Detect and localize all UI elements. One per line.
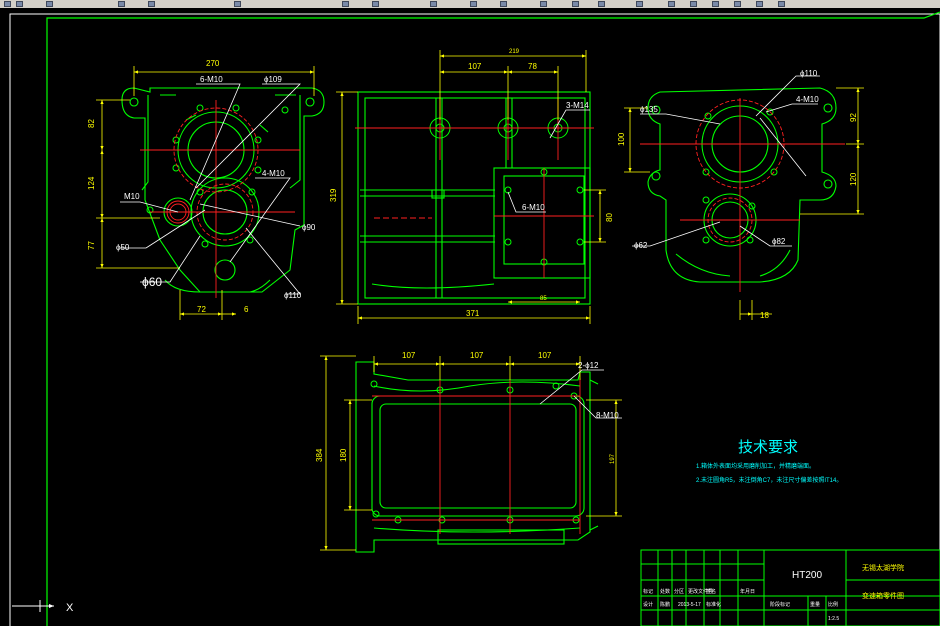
redo-icon[interactable] bbox=[148, 1, 155, 7]
title-row-label: 处数 bbox=[660, 588, 670, 595]
properties-icon[interactable] bbox=[470, 1, 477, 7]
side-dim-319: 319 bbox=[329, 188, 338, 202]
side-callout-3-m14: 3-M14 bbox=[566, 101, 589, 110]
front-callout-phi50: ϕ50 bbox=[116, 243, 130, 252]
front-callout-6-m10: 6-M10 bbox=[200, 75, 223, 84]
top-dim-107-a: 107 bbox=[402, 351, 416, 360]
right-dim-18: 18 bbox=[760, 311, 769, 320]
save-icon[interactable] bbox=[16, 1, 23, 7]
front-callout-phi109: ϕ109 bbox=[264, 75, 282, 84]
right-callout-4-m10: 4-M10 bbox=[796, 95, 819, 104]
side-dim-80: 80 bbox=[605, 213, 614, 222]
title-stage-label: 阶段标记 bbox=[770, 601, 790, 608]
title-signoff: 设计 bbox=[643, 601, 653, 608]
front-callout-phi60: ϕ60 bbox=[142, 275, 162, 289]
side-callout-6-m10: 6-M10 bbox=[522, 203, 545, 212]
calc-icon[interactable] bbox=[540, 1, 547, 7]
right-callout-phi62: ϕ62 bbox=[634, 241, 648, 250]
help-icon[interactable] bbox=[572, 1, 579, 7]
front-dim-270: 270 bbox=[206, 59, 220, 68]
open-icon[interactable] bbox=[4, 1, 11, 7]
lwt-icon[interactable] bbox=[756, 1, 763, 7]
top-callout-2-phi12: 2-ϕ12 bbox=[578, 361, 599, 370]
pan-icon[interactable] bbox=[342, 1, 349, 7]
snap-icon[interactable] bbox=[636, 1, 643, 7]
title-row-label: 签名 bbox=[706, 588, 716, 595]
front-callout-4-m10: 4-M10 bbox=[262, 169, 285, 178]
front-dim-72: 72 bbox=[197, 305, 206, 314]
front-callout-m10: M10 bbox=[124, 192, 140, 201]
right-callout-phi110: ϕ110 bbox=[800, 69, 818, 78]
title-weight-label: 重量 bbox=[810, 601, 820, 608]
right-dim-120: 120 bbox=[849, 172, 858, 186]
top-dim-384: 384 bbox=[315, 448, 324, 462]
otrack-icon[interactable] bbox=[734, 1, 741, 7]
copy-icon[interactable] bbox=[234, 1, 241, 7]
title-signoff: 陈鹏 bbox=[660, 601, 670, 608]
notes-title: 技术要求 bbox=[738, 439, 798, 456]
right-dim-92: 92 bbox=[849, 113, 858, 122]
title-row-label: 分区 bbox=[674, 588, 684, 595]
zoom-icon[interactable] bbox=[372, 1, 379, 7]
right-dim-100: 100 bbox=[617, 132, 626, 146]
print-icon[interactable] bbox=[46, 1, 53, 7]
layer-icon[interactable] bbox=[430, 1, 437, 7]
top-dim-107-c: 107 bbox=[538, 351, 552, 360]
right-callout-phi82: ϕ82 bbox=[772, 237, 786, 246]
ortho-icon[interactable] bbox=[668, 1, 675, 7]
side-dim-219: 219 bbox=[509, 49, 520, 55]
title-signoff: 标准化 bbox=[706, 601, 721, 608]
match-icon[interactable] bbox=[500, 1, 507, 7]
notes-line-2: 2.未注圆角R5，未注倒角C7，未注尺寸偏差按照IT14。 bbox=[696, 476, 842, 484]
top-callout-8-m10: 8-M10 bbox=[596, 411, 619, 420]
osnap-icon[interactable] bbox=[712, 1, 719, 7]
notes-line-1: 1.箱体外表面均采用磨削加工，并精磨端面。 bbox=[696, 462, 815, 470]
right-callout-phi135: ϕ135 bbox=[640, 105, 658, 114]
top-dim-197: 197 bbox=[610, 453, 616, 464]
front-callout-phi110: ϕ110 bbox=[284, 291, 302, 300]
front-callout-phi90: ϕ90 bbox=[302, 223, 316, 232]
undo-icon[interactable] bbox=[118, 1, 125, 7]
side-dim-85: 85 bbox=[540, 296, 547, 302]
front-dim-6: 6 bbox=[244, 305, 249, 314]
title-signoff-date: 2013-5-17 bbox=[678, 602, 701, 608]
top-dim-107-b: 107 bbox=[470, 351, 484, 360]
top-dim-180: 180 bbox=[339, 448, 348, 462]
title-row-label: 标记 bbox=[643, 588, 653, 595]
front-dim-124: 124 bbox=[87, 176, 96, 190]
title-scale-value: 1:2.5 bbox=[828, 616, 839, 622]
title-material: HT200 bbox=[792, 570, 822, 581]
title-row-label: 年月日 bbox=[740, 588, 755, 595]
front-dim-82: 82 bbox=[87, 119, 96, 128]
side-dim-371: 371 bbox=[466, 309, 480, 318]
ucs-x-label: X bbox=[66, 602, 74, 614]
title-school: 无锡太湖学院 bbox=[862, 563, 904, 572]
side-dim-107: 107 bbox=[468, 62, 482, 71]
grid-icon[interactable] bbox=[598, 1, 605, 7]
front-dim-77: 77 bbox=[87, 241, 96, 250]
model-icon[interactable] bbox=[778, 1, 785, 7]
drawing-canvas[interactable]: 270 82 124 77 72 6 6-M10 ϕ109 M10 4-M10 … bbox=[0, 8, 940, 626]
title-scale-label: 比例 bbox=[828, 601, 838, 608]
side-dim-78: 78 bbox=[528, 62, 537, 71]
title-drawing-name: 变速箱零件图 bbox=[862, 591, 904, 600]
polar-icon[interactable] bbox=[690, 1, 697, 7]
